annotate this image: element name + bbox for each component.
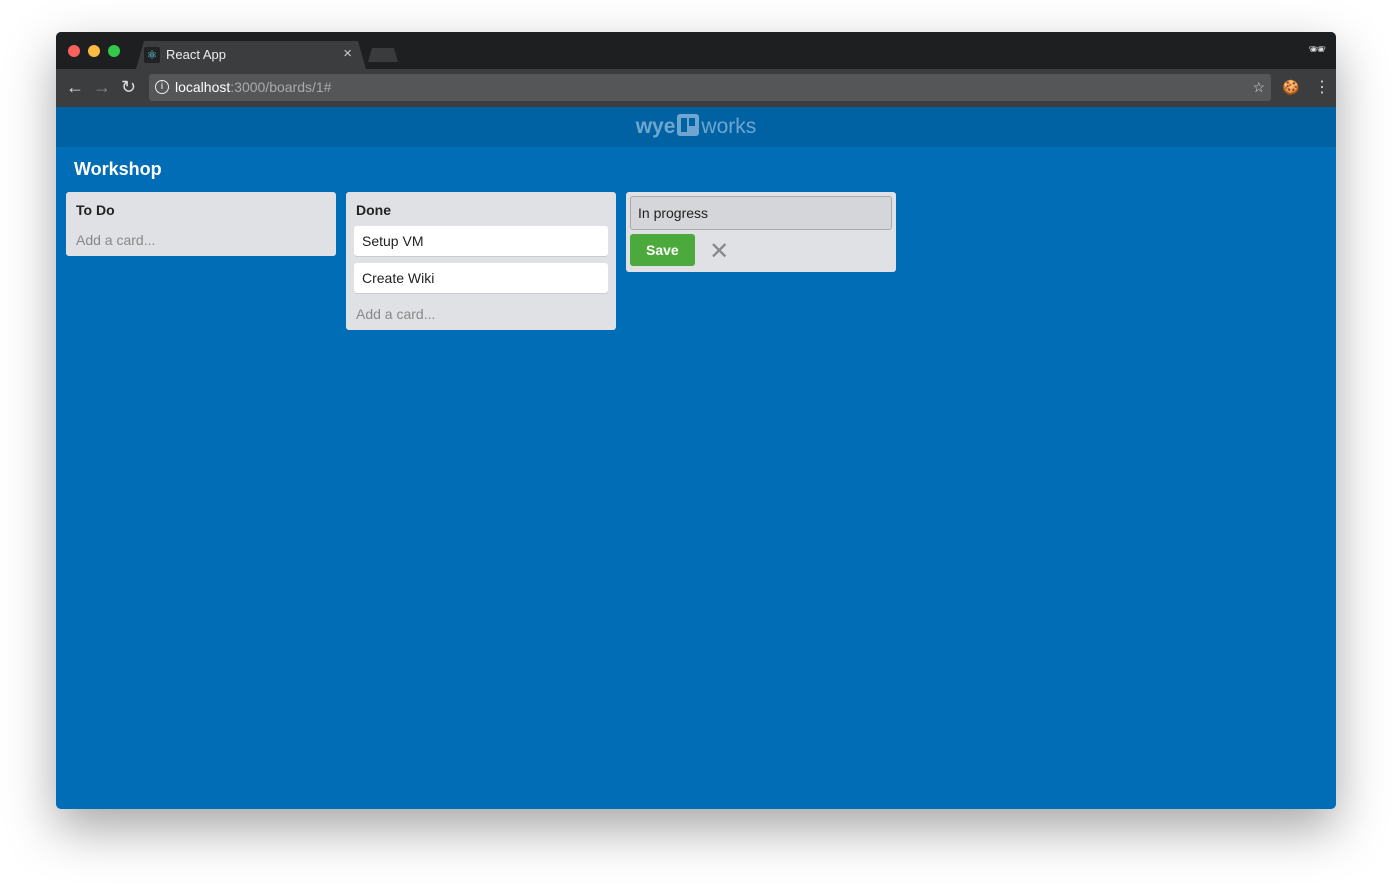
- add-card-link[interactable]: Add a card...: [354, 300, 608, 322]
- new-tab-button[interactable]: [368, 48, 398, 62]
- reload-icon[interactable]: ↻: [121, 77, 136, 98]
- back-icon[interactable]: ←: [66, 77, 84, 98]
- board-title: Workshop: [74, 159, 162, 179]
- cookie-extension-icon[interactable]: 🍪: [1282, 79, 1299, 96]
- address-bar[interactable]: i localhost:3000/boards/1# ☆: [149, 74, 1271, 101]
- info-icon[interactable]: i: [155, 80, 169, 94]
- app-header: wye works: [56, 107, 1336, 147]
- menu-icon[interactable]: ⋮: [1314, 77, 1330, 97]
- forward-icon[interactable]: →: [93, 77, 111, 98]
- bookmark-star-icon[interactable]: ☆: [1252, 74, 1265, 101]
- browser-window: ⚛ React App × 🕶 ← → ↻ i localhost:3000/b…: [56, 32, 1336, 809]
- list-name-input[interactable]: In progress: [630, 196, 892, 230]
- title-bar: ⚛ React App × 🕶: [56, 32, 1336, 69]
- react-icon: ⚛: [144, 47, 160, 63]
- close-tab-icon[interactable]: ×: [343, 45, 352, 62]
- maximize-window-button[interactable]: [108, 45, 120, 57]
- card[interactable]: Create Wiki: [354, 263, 608, 293]
- tab-title: React App: [166, 47, 226, 62]
- list-title[interactable]: Done: [354, 200, 608, 226]
- list-to-do: To Do Add a card...: [66, 192, 336, 256]
- browser-toolbar: ← → ↻ i localhost:3000/boards/1# ☆ 🍪 ⋮: [56, 69, 1336, 107]
- url-path: :3000/boards/1#: [230, 79, 332, 95]
- minimize-window-button[interactable]: [88, 45, 100, 57]
- list-done: Done Setup VM Create Wiki Add a card...: [346, 192, 616, 330]
- close-window-button[interactable]: [68, 45, 80, 57]
- incognito-icon: 🕶: [1308, 41, 1326, 57]
- save-button[interactable]: Save: [630, 234, 695, 266]
- card[interactable]: Setup VM: [354, 226, 608, 256]
- url-host: localhost: [175, 79, 231, 95]
- wyeworks-logo[interactable]: wye works: [636, 114, 756, 138]
- new-list-form: In progress Save ✕: [626, 192, 896, 272]
- list-title[interactable]: To Do: [74, 200, 328, 226]
- browser-tab[interactable]: ⚛ React App ×: [136, 41, 366, 69]
- close-icon[interactable]: ✕: [709, 237, 729, 266]
- add-card-link[interactable]: Add a card...: [74, 226, 328, 248]
